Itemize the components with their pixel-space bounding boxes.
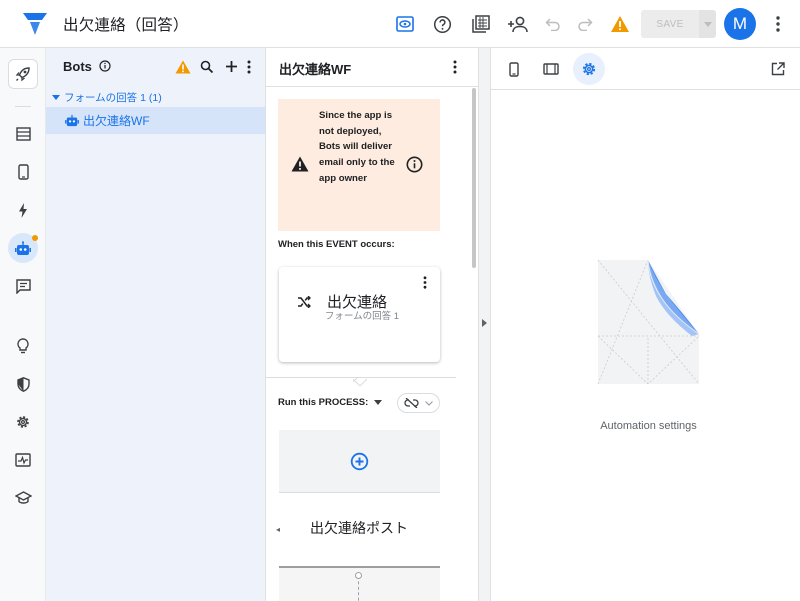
info-icon[interactable] [98,60,111,75]
step-node [355,572,362,579]
chevron-down-icon [425,400,433,406]
top-bar: 出欠連絡（回答） SAVE M [0,0,800,48]
save-button[interactable]: SAVE [641,10,699,38]
shield-icon[interactable] [8,369,38,399]
link-off-icon [404,398,419,408]
save-dropdown-button[interactable] [699,10,716,38]
workflow-more-icon[interactable] [453,60,457,79]
bots-panel: Bots フォームの回答 1 (1) 出欠連絡WF [46,48,266,601]
rocket-icon[interactable] [8,59,38,89]
process-card [279,430,440,492]
event-section-label: When this EVENT occurs: [278,239,395,250]
event-more-icon[interactable] [423,276,427,294]
warning-icon[interactable] [608,12,632,36]
workflow-title: 出欠連絡WF [279,62,352,77]
nav-separator [15,106,31,107]
search-icon[interactable] [200,60,214,79]
event-source: フォームの回答 1 [324,311,400,322]
mobile-preview-icon[interactable] [498,53,530,85]
gallery-icon[interactable] [469,12,493,36]
appsheet-logo[interactable] [22,12,48,36]
add-step-icon[interactable] [350,452,369,476]
bot-notification-dot [32,235,38,241]
monitor-icon[interactable] [8,445,38,475]
bots-warning-icon[interactable] [175,60,191,79]
shuffle-icon [297,295,311,313]
process-section-label: Run this PROCESS: [278,397,369,408]
process-divider [279,492,440,493]
event-name: 出欠連絡 [327,294,388,311]
process-dropdown-icon[interactable] [374,400,383,405]
warning-triangle-icon [291,156,309,177]
step-connector [358,576,359,601]
settings-caption: Automation settings [600,420,697,432]
workflow-panel: 出欠連絡WF Since the app is not deployed, Bo… [266,48,479,601]
school-icon[interactable] [8,483,38,513]
chat-icon[interactable] [8,271,38,301]
bot-list-item[interactable]: 出欠連絡WF [46,107,265,134]
deployment-warning-box: Since the app is not deployed, Bots will… [278,99,440,231]
bot-item-icon [65,114,79,127]
undo-icon[interactable] [541,12,565,36]
help-icon[interactable] [430,12,454,36]
open-in-new-icon[interactable] [762,53,794,85]
caret-down-icon [52,95,60,100]
more-vert-icon[interactable] [766,12,790,36]
lightbulb-icon[interactable] [8,331,38,361]
header-divider [266,86,478,87]
automation-illustration [596,256,702,386]
flow-notch [352,373,368,391]
data-table-icon[interactable] [8,119,38,149]
workflow-scrollbar[interactable] [472,88,476,268]
bots-more-icon[interactable] [247,60,251,79]
collapse-arrow-icon[interactable] [482,319,487,327]
left-nav [0,48,46,601]
warning-info-icon[interactable] [406,156,423,178]
tablet-preview-icon[interactable] [535,53,567,85]
settings-panel: Automation settings [491,48,800,601]
step-marker: ◂ [276,525,281,534]
bot-item-label: 出欠連絡WF [83,114,150,128]
add-icon[interactable] [225,60,238,78]
event-card[interactable]: 出欠連絡 フォームの回答 1 [279,267,440,362]
gear-icon[interactable] [8,407,38,437]
process-row: Run this PROCESS: [278,397,383,408]
redo-icon[interactable] [573,12,597,36]
warning-text: Since the app is not deployed, Bots will… [319,110,395,184]
share-user-icon[interactable] [506,12,530,36]
step-name: 出欠連絡ポスト [310,520,408,536]
bots-title: Bots [63,59,111,75]
bot-group-label: フォームの回答 1 (1) [64,92,162,104]
link-off-select[interactable] [397,393,440,413]
mobile-icon[interactable] [8,157,38,187]
bot-group-header[interactable]: フォームの回答 1 (1) [52,90,162,105]
user-avatar[interactable]: M [724,8,756,40]
bolt-icon[interactable] [8,195,38,225]
preview-eye-icon[interactable] [393,12,417,36]
preview-tabs [491,48,800,90]
app-title: 出欠連絡（回答） [63,17,189,34]
settings-icon[interactable] [573,53,605,85]
